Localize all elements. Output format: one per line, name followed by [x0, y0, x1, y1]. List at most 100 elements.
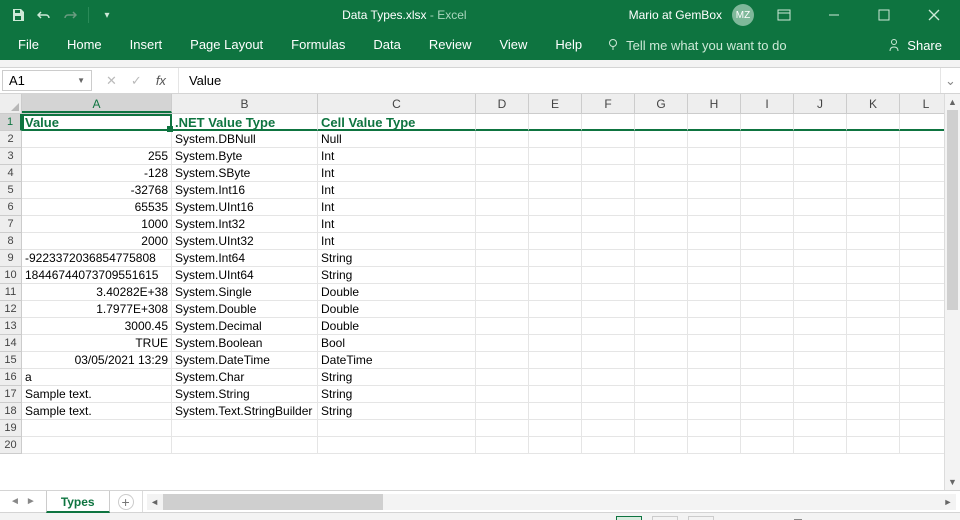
- cell-F9[interactable]: [582, 250, 635, 267]
- cell-B14[interactable]: System.Boolean: [172, 335, 318, 352]
- scroll-left-icon[interactable]: ◄: [147, 497, 163, 507]
- cell-I4[interactable]: [741, 165, 794, 182]
- cell-H11[interactable]: [688, 284, 741, 301]
- horizontal-scrollbar[interactable]: ◄ ►: [147, 494, 956, 510]
- cell-J11[interactable]: [794, 284, 847, 301]
- cell-H15[interactable]: [688, 352, 741, 369]
- cell-I2[interactable]: [741, 131, 794, 148]
- cell-D6[interactable]: [476, 199, 529, 216]
- cell-B17[interactable]: System.String: [172, 386, 318, 403]
- cell-A5[interactable]: -32768: [22, 182, 172, 199]
- tab-data[interactable]: Data: [359, 30, 414, 60]
- cell-A6[interactable]: 65535: [22, 199, 172, 216]
- cell-E5[interactable]: [529, 182, 582, 199]
- cancel-formula-icon[interactable]: ✕: [106, 73, 117, 89]
- column-header-E[interactable]: E: [529, 94, 582, 113]
- column-header-C[interactable]: C: [318, 94, 476, 113]
- cell-H17[interactable]: [688, 386, 741, 403]
- cell-F5[interactable]: [582, 182, 635, 199]
- cell-B10[interactable]: System.UInt64: [172, 267, 318, 284]
- cell-G6[interactable]: [635, 199, 688, 216]
- cell-F20[interactable]: [582, 437, 635, 454]
- save-icon[interactable]: [10, 7, 26, 23]
- cell-G11[interactable]: [635, 284, 688, 301]
- insert-function-button[interactable]: fx: [156, 73, 166, 88]
- cell-H5[interactable]: [688, 182, 741, 199]
- cell-J2[interactable]: [794, 131, 847, 148]
- cell-E1[interactable]: [529, 114, 582, 131]
- cell-B9[interactable]: System.Int64: [172, 250, 318, 267]
- cell-E14[interactable]: [529, 335, 582, 352]
- tab-view[interactable]: View: [485, 30, 541, 60]
- cell-I12[interactable]: [741, 301, 794, 318]
- cell-F2[interactable]: [582, 131, 635, 148]
- cell-B16[interactable]: System.Char: [172, 369, 318, 386]
- cell-A2[interactable]: [22, 131, 172, 148]
- scroll-down-icon[interactable]: ▼: [945, 474, 960, 490]
- cell-K1[interactable]: [847, 114, 900, 131]
- cell-J15[interactable]: [794, 352, 847, 369]
- cell-F6[interactable]: [582, 199, 635, 216]
- row-header-5[interactable]: 5: [0, 182, 22, 199]
- cell-J8[interactable]: [794, 233, 847, 250]
- cell-G3[interactable]: [635, 148, 688, 165]
- cell-I11[interactable]: [741, 284, 794, 301]
- cell-H16[interactable]: [688, 369, 741, 386]
- row-header-7[interactable]: 7: [0, 216, 22, 233]
- row-header-8[interactable]: 8: [0, 233, 22, 250]
- new-sheet-button[interactable]: +: [118, 494, 134, 510]
- cell-A3[interactable]: 255: [22, 148, 172, 165]
- expand-formula-bar-icon[interactable]: ⌄: [940, 68, 960, 93]
- cell-D20[interactable]: [476, 437, 529, 454]
- tab-help[interactable]: Help: [541, 30, 596, 60]
- cell-H10[interactable]: [688, 267, 741, 284]
- row-header-3[interactable]: 3: [0, 148, 22, 165]
- maximize-button[interactable]: [864, 0, 904, 30]
- cell-J6[interactable]: [794, 199, 847, 216]
- cell-B3[interactable]: System.Byte: [172, 148, 318, 165]
- cell-J18[interactable]: [794, 403, 847, 420]
- cell-E3[interactable]: [529, 148, 582, 165]
- cell-K3[interactable]: [847, 148, 900, 165]
- cell-F18[interactable]: [582, 403, 635, 420]
- cell-G1[interactable]: [635, 114, 688, 131]
- cell-C7[interactable]: Int: [318, 216, 476, 233]
- cell-E17[interactable]: [529, 386, 582, 403]
- cell-G20[interactable]: [635, 437, 688, 454]
- avatar[interactable]: MZ: [732, 4, 754, 26]
- cell-G4[interactable]: [635, 165, 688, 182]
- cell-D9[interactable]: [476, 250, 529, 267]
- cell-E15[interactable]: [529, 352, 582, 369]
- cell-B20[interactable]: [172, 437, 318, 454]
- close-button[interactable]: [914, 0, 954, 30]
- cell-C8[interactable]: Int: [318, 233, 476, 250]
- cell-K6[interactable]: [847, 199, 900, 216]
- row-header-15[interactable]: 15: [0, 352, 22, 369]
- cell-H3[interactable]: [688, 148, 741, 165]
- name-box[interactable]: A1▼: [2, 70, 92, 91]
- row-header-10[interactable]: 10: [0, 267, 22, 284]
- cell-A16[interactable]: a: [22, 369, 172, 386]
- cell-B11[interactable]: System.Single: [172, 284, 318, 301]
- cell-G12[interactable]: [635, 301, 688, 318]
- cell-I15[interactable]: [741, 352, 794, 369]
- row-header-18[interactable]: 18: [0, 403, 22, 420]
- minimize-button[interactable]: [814, 0, 854, 30]
- cell-E8[interactable]: [529, 233, 582, 250]
- view-page-break-button[interactable]: [688, 516, 714, 520]
- cell-H8[interactable]: [688, 233, 741, 250]
- cell-K8[interactable]: [847, 233, 900, 250]
- cell-I17[interactable]: [741, 386, 794, 403]
- column-header-A[interactable]: A: [22, 94, 172, 113]
- qat-customize-icon[interactable]: ▾: [99, 7, 115, 23]
- cell-C18[interactable]: String: [318, 403, 476, 420]
- sheet-tab-types[interactable]: Types: [46, 491, 110, 513]
- cell-G18[interactable]: [635, 403, 688, 420]
- cell-J12[interactable]: [794, 301, 847, 318]
- row-header-11[interactable]: 11: [0, 284, 22, 301]
- cell-K5[interactable]: [847, 182, 900, 199]
- cell-D4[interactable]: [476, 165, 529, 182]
- tab-formulas[interactable]: Formulas: [277, 30, 359, 60]
- horizontal-scrollbar-thumb[interactable]: [163, 494, 383, 510]
- cell-I1[interactable]: [741, 114, 794, 131]
